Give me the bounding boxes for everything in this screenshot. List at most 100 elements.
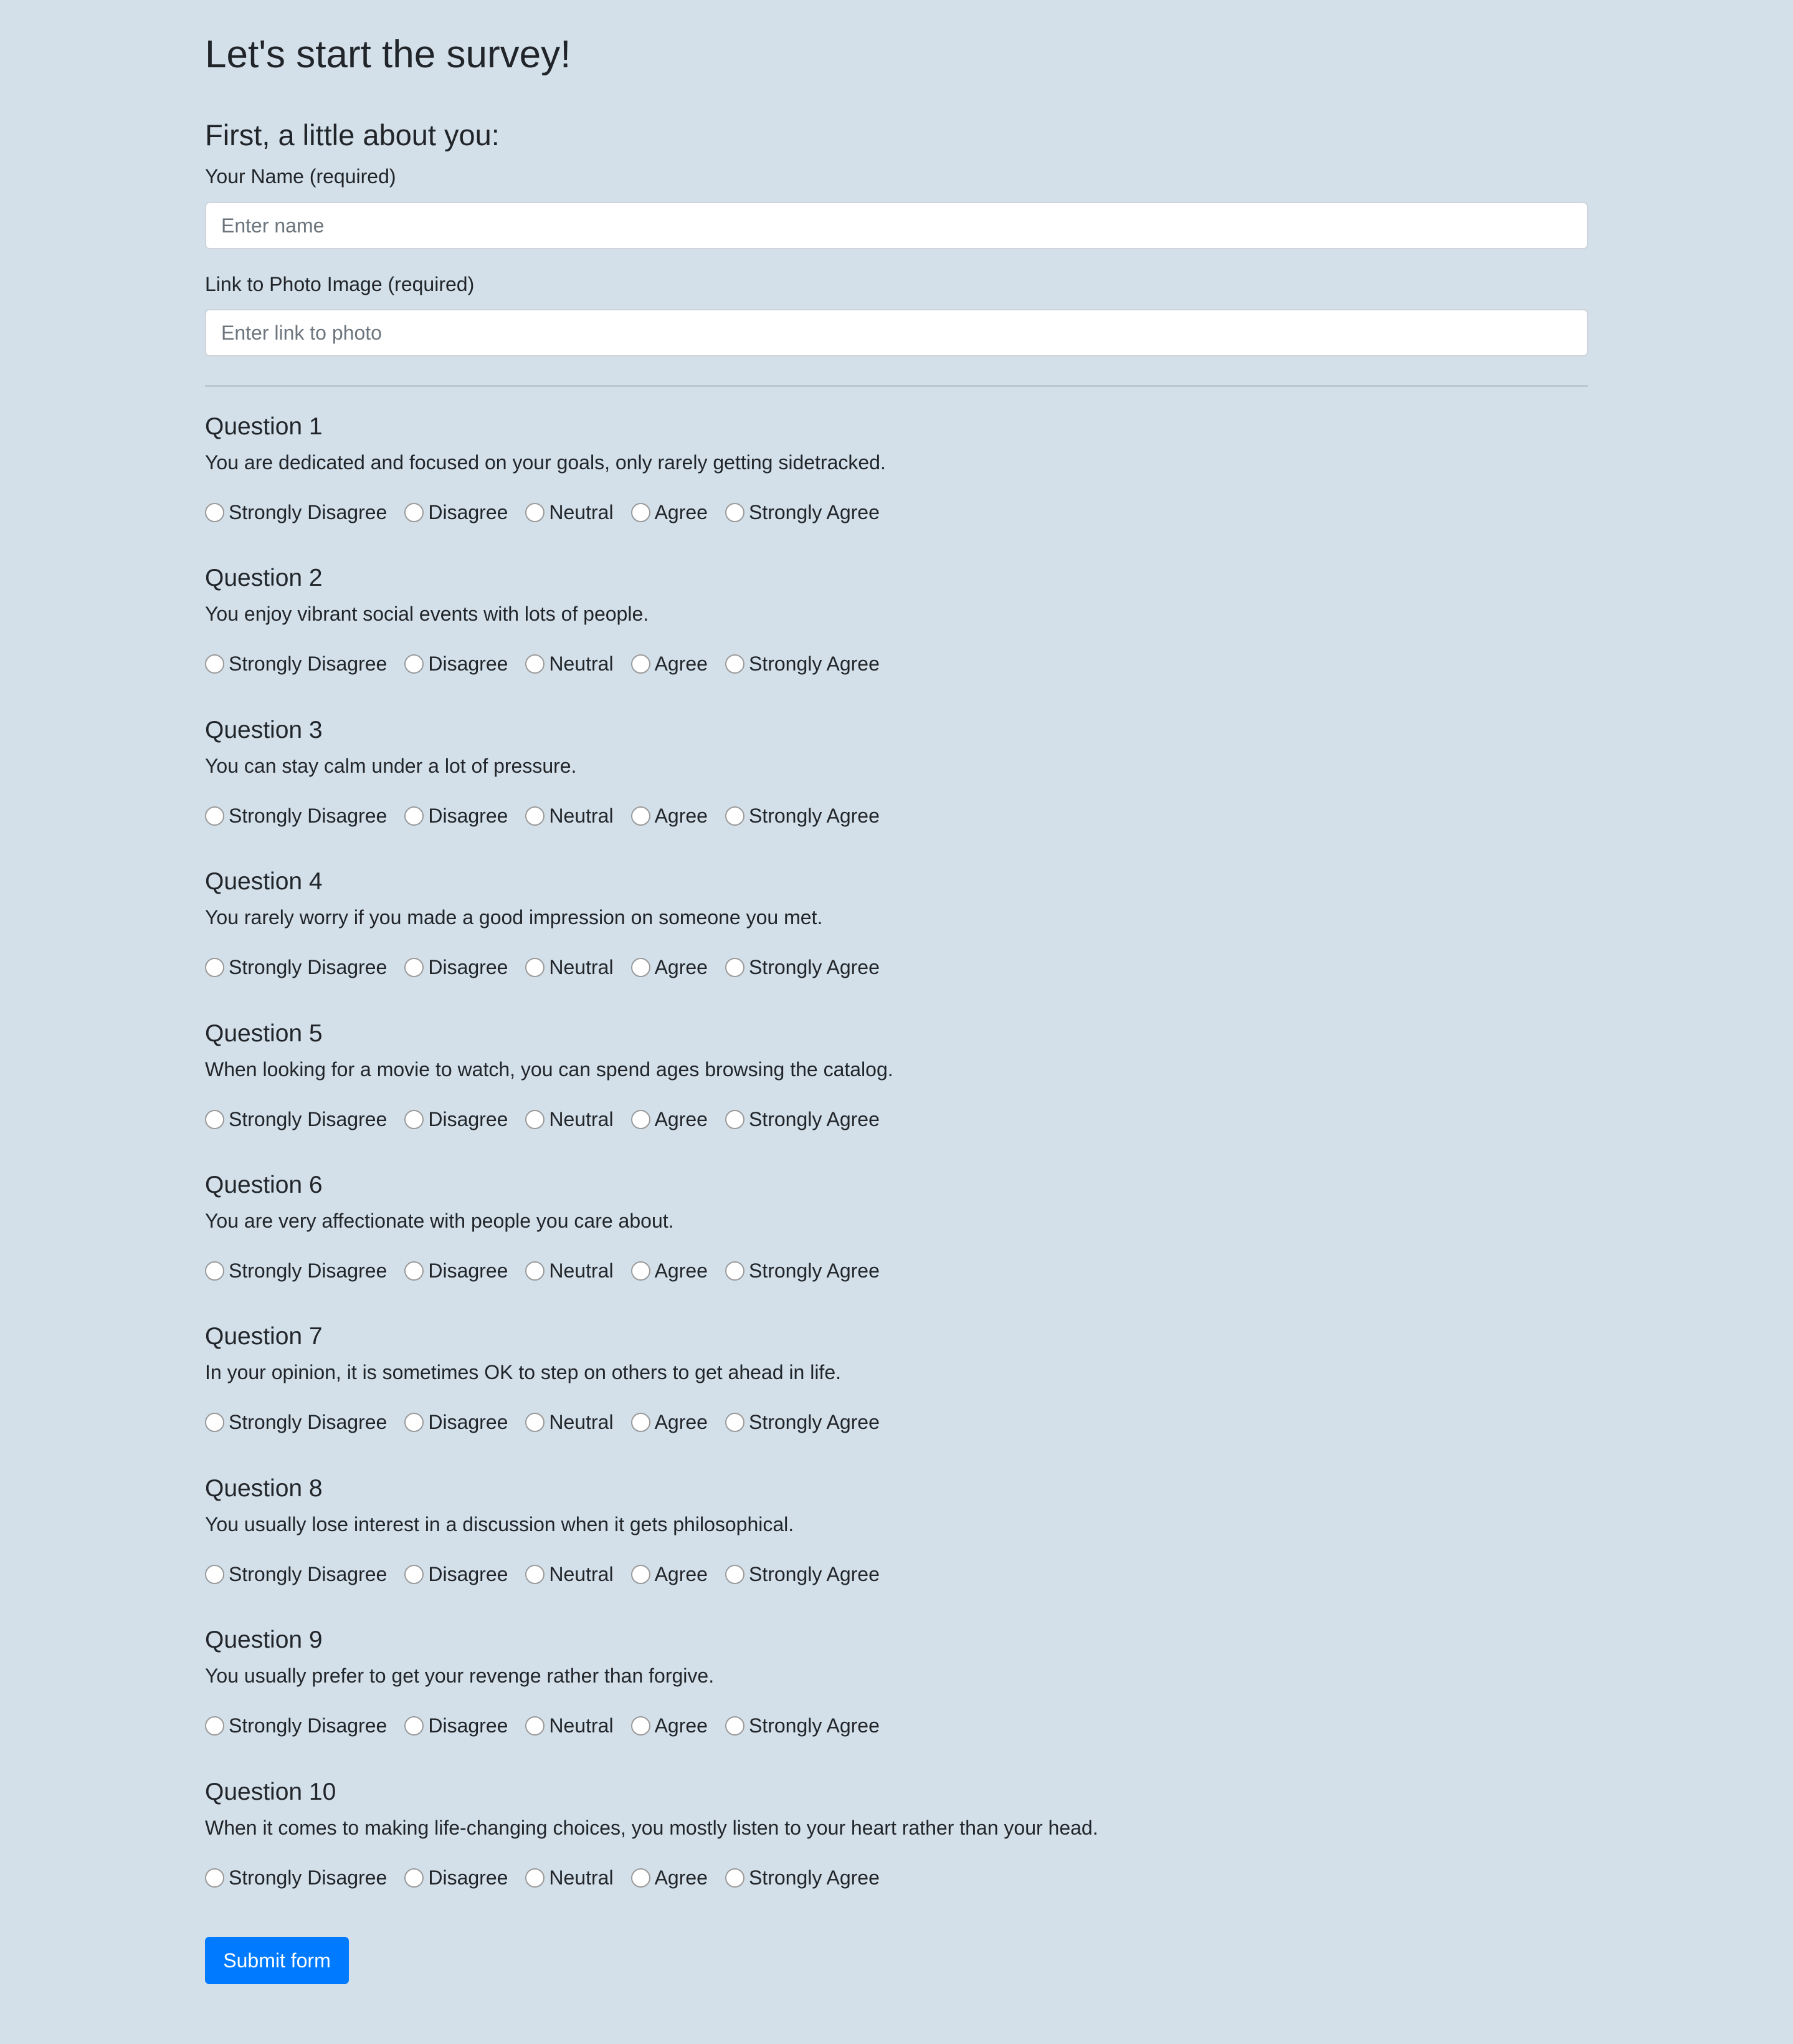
radio-button[interactable] — [725, 1261, 744, 1281]
answer-option[interactable]: Neutral — [525, 1410, 614, 1435]
answer-option[interactable]: Disagree — [404, 500, 508, 525]
answer-option[interactable]: Neutral — [525, 1865, 614, 1890]
answer-option[interactable]: Disagree — [404, 1713, 508, 1738]
answer-option[interactable]: Strongly Agree — [725, 1562, 880, 1587]
radio-button[interactable] — [404, 1716, 424, 1736]
answer-option[interactable]: Agree — [630, 1410, 708, 1435]
answer-option[interactable]: Disagree — [404, 1410, 508, 1435]
radio-button[interactable] — [725, 1109, 744, 1129]
answer-option[interactable]: Strongly Disagree — [205, 803, 387, 828]
answer-option[interactable]: Strongly Agree — [725, 955, 880, 980]
photo-link-input[interactable] — [205, 309, 1588, 356]
radio-button[interactable] — [525, 1412, 545, 1432]
answer-option[interactable]: Strongly Agree — [725, 1107, 880, 1132]
radio-button[interactable] — [725, 1868, 744, 1888]
answer-option[interactable]: Neutral — [525, 803, 614, 828]
answer-option[interactable]: Strongly Disagree — [205, 1410, 387, 1435]
radio-button[interactable] — [725, 654, 744, 674]
answer-option[interactable]: Agree — [630, 803, 708, 828]
answer-option[interactable]: Agree — [630, 955, 708, 980]
answer-option[interactable]: Neutral — [525, 955, 614, 980]
radio-button[interactable] — [525, 1868, 545, 1888]
answer-option[interactable]: Strongly Agree — [725, 1258, 880, 1283]
radio-button[interactable] — [630, 654, 650, 674]
answer-option[interactable]: Strongly Disagree — [205, 1713, 387, 1738]
answer-option[interactable]: Strongly Disagree — [205, 1562, 387, 1587]
answer-option[interactable]: Agree — [630, 1258, 708, 1283]
answer-option[interactable]: Strongly Agree — [725, 1410, 880, 1435]
radio-button[interactable] — [525, 957, 545, 977]
radio-button[interactable] — [404, 957, 424, 977]
answer-option[interactable]: Strongly Disagree — [205, 1865, 387, 1890]
answer-option[interactable]: Disagree — [404, 1107, 508, 1132]
answer-option[interactable]: Strongly Disagree — [205, 1107, 387, 1132]
radio-button[interactable] — [205, 1261, 224, 1281]
radio-button[interactable] — [630, 806, 650, 826]
answer-option[interactable]: Agree — [630, 500, 708, 525]
answer-option[interactable]: Neutral — [525, 1713, 614, 1738]
answer-option[interactable]: Disagree — [404, 651, 508, 676]
answer-option[interactable]: Agree — [630, 1713, 708, 1738]
answer-option[interactable]: Strongly Agree — [725, 500, 880, 525]
radio-button[interactable] — [205, 806, 224, 826]
answer-option[interactable]: Agree — [630, 1107, 708, 1132]
answer-option[interactable]: Neutral — [525, 651, 614, 676]
answer-option[interactable]: Disagree — [404, 955, 508, 980]
radio-button[interactable] — [630, 1261, 650, 1281]
radio-button[interactable] — [525, 1109, 545, 1129]
answer-option[interactable]: Neutral — [525, 1258, 614, 1283]
radio-button[interactable] — [525, 502, 545, 522]
radio-button[interactable] — [630, 502, 650, 522]
radio-button[interactable] — [525, 1716, 545, 1736]
radio-button[interactable] — [205, 502, 224, 522]
answer-option[interactable]: Agree — [630, 651, 708, 676]
radio-button[interactable] — [630, 1109, 650, 1129]
radio-button[interactable] — [404, 502, 424, 522]
radio-button[interactable] — [725, 806, 744, 826]
radio-button[interactable] — [404, 654, 424, 674]
name-input[interactable] — [205, 202, 1588, 249]
radio-button[interactable] — [725, 1412, 744, 1432]
answer-option[interactable]: Strongly Disagree — [205, 500, 387, 525]
answer-option[interactable]: Strongly Agree — [725, 1865, 880, 1890]
answer-option[interactable]: Strongly Disagree — [205, 955, 387, 980]
answer-option[interactable]: Neutral — [525, 1107, 614, 1132]
radio-button[interactable] — [404, 1564, 424, 1584]
radio-button[interactable] — [404, 1261, 424, 1281]
answer-option[interactable]: Strongly Agree — [725, 803, 880, 828]
radio-button[interactable] — [205, 1868, 224, 1888]
radio-button[interactable] — [205, 654, 224, 674]
radio-button[interactable] — [630, 957, 650, 977]
radio-button[interactable] — [525, 1564, 545, 1584]
answer-option[interactable]: Agree — [630, 1562, 708, 1587]
radio-button[interactable] — [404, 1109, 424, 1129]
answer-option[interactable]: Neutral — [525, 1562, 614, 1587]
radio-button[interactable] — [525, 806, 545, 826]
radio-button[interactable] — [630, 1868, 650, 1888]
radio-button[interactable] — [525, 1261, 545, 1281]
radio-button[interactable] — [404, 806, 424, 826]
submit-button[interactable]: Submit form — [205, 1937, 349, 1984]
answer-option[interactable]: Strongly Disagree — [205, 651, 387, 676]
answer-option[interactable]: Disagree — [404, 1562, 508, 1587]
answer-option[interactable]: Disagree — [404, 1865, 508, 1890]
radio-button[interactable] — [725, 1564, 744, 1584]
answer-option[interactable]: Strongly Agree — [725, 1713, 880, 1738]
answer-option[interactable]: Strongly Agree — [725, 651, 880, 676]
radio-button[interactable] — [404, 1868, 424, 1888]
radio-button[interactable] — [205, 1716, 224, 1736]
radio-button[interactable] — [205, 957, 224, 977]
radio-button[interactable] — [630, 1412, 650, 1432]
radio-button[interactable] — [630, 1716, 650, 1736]
radio-button[interactable] — [525, 654, 545, 674]
radio-button[interactable] — [205, 1412, 224, 1432]
radio-button[interactable] — [725, 502, 744, 522]
radio-button[interactable] — [725, 957, 744, 977]
radio-button[interactable] — [205, 1564, 224, 1584]
answer-option[interactable]: Disagree — [404, 1258, 508, 1283]
radio-button[interactable] — [404, 1412, 424, 1432]
answer-option[interactable]: Disagree — [404, 803, 508, 828]
radio-button[interactable] — [725, 1716, 744, 1736]
answer-option[interactable]: Strongly Disagree — [205, 1258, 387, 1283]
radio-button[interactable] — [205, 1109, 224, 1129]
